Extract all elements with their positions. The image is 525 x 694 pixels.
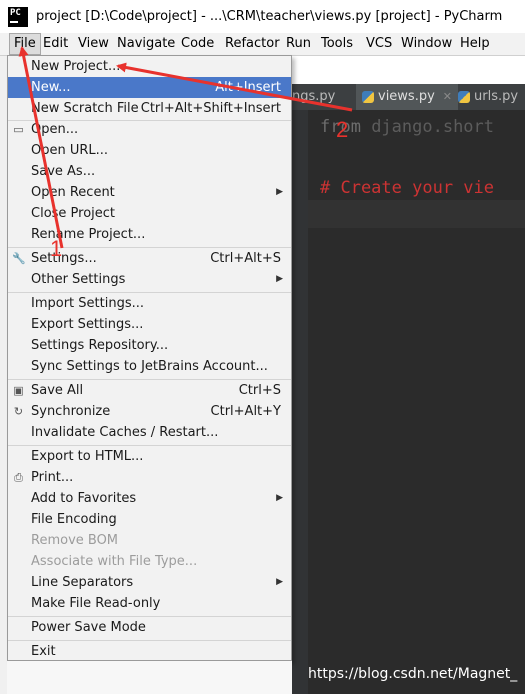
tab-label: ngs.py xyxy=(292,89,336,104)
tab-urls-py[interactable]: urls.py xyxy=(452,84,524,110)
menu-item-import-settings[interactable]: Import Settings... xyxy=(8,293,291,314)
menu-refactor[interactable]: Refactor xyxy=(221,33,284,55)
menu-item-settings-repository[interactable]: Settings Repository... xyxy=(8,335,291,356)
menu-item-save-all[interactable]: ▣ Save All Ctrl+S xyxy=(8,380,291,401)
sync-icon: ↻ xyxy=(13,405,24,418)
menu-help[interactable]: Help xyxy=(456,33,494,55)
menu-item-invalidate-caches[interactable]: Invalidate Caches / Restart... xyxy=(8,422,291,443)
menu-item-new-project[interactable]: New Project... xyxy=(8,56,291,77)
menu-item-settings[interactable]: 🔧 Settings... Ctrl+Alt+S xyxy=(8,248,291,269)
code-keyword: from xyxy=(320,117,361,137)
editor-gutter xyxy=(292,110,308,694)
menu-item-open-url[interactable]: Open URL... xyxy=(8,140,291,161)
menu-item-other-settings[interactable]: Other Settings ▶ xyxy=(8,269,291,290)
file-menu-dropdown: New Project... New... Alt+Insert New Scra… xyxy=(7,55,292,661)
menu-vcs[interactable]: VCS xyxy=(362,33,396,55)
menu-item-add-to-favorites[interactable]: Add to Favorites ▶ xyxy=(8,488,291,509)
menu-item-rename-project[interactable]: Rename Project... xyxy=(8,224,291,245)
menu-edit[interactable]: Edit xyxy=(39,33,72,55)
menu-item-print[interactable]: ⎙ Print... xyxy=(8,467,291,488)
menu-item-export-html[interactable]: Export to HTML... xyxy=(8,446,291,467)
python-file-icon xyxy=(362,90,374,103)
submenu-arrow-icon: ▶ xyxy=(276,187,283,197)
menu-item-make-read-only[interactable]: Make File Read-only xyxy=(8,593,291,614)
menu-view[interactable]: View xyxy=(74,33,113,55)
menu-file[interactable]: File xyxy=(9,33,41,55)
menu-item-new-scratch-file[interactable]: New Scratch File Ctrl+Alt+Shift+Insert xyxy=(8,98,291,119)
menu-item-new[interactable]: New... Alt+Insert xyxy=(8,77,291,98)
python-file-icon xyxy=(458,90,470,103)
menu-item-file-encoding[interactable]: File Encoding xyxy=(8,509,291,530)
submenu-arrow-icon: ▶ xyxy=(276,493,283,503)
code-line-import: from django.short xyxy=(320,117,494,137)
menu-item-remove-bom: Remove BOM xyxy=(31,533,119,548)
code-comment: # Create your vie xyxy=(320,178,494,198)
print-icon: ⎙ xyxy=(14,471,23,484)
wrench-icon: 🔧 xyxy=(12,252,26,265)
menu-item-save-as[interactable]: Save As... xyxy=(8,161,291,182)
menu-item-line-separators[interactable]: Line Separators ▶ xyxy=(8,572,291,593)
current-line-highlight xyxy=(308,200,525,228)
menu-code[interactable]: Code xyxy=(177,33,218,55)
tab-settings-py[interactable]: ngs.py xyxy=(292,84,335,110)
menu-navigate[interactable]: Navigate xyxy=(113,33,179,55)
menu-item-associate-file-type: Associate with File Type... xyxy=(31,554,198,569)
menu-item-exit[interactable]: Exit xyxy=(8,641,291,662)
menu-item-sync-settings[interactable]: Sync Settings to JetBrains Account... xyxy=(8,356,291,377)
folder-icon: ▭ xyxy=(13,123,24,136)
menu-bar: File Edit View Navigate Code Refactor Ru… xyxy=(0,33,525,56)
tab-views-py[interactable]: views.py ✕ xyxy=(356,84,459,110)
menu-item-synchronize[interactable]: ↻ Synchronize Ctrl+Alt+Y xyxy=(8,401,291,422)
pycharm-app-icon: PC xyxy=(8,7,28,27)
save-icon: ▣ xyxy=(13,384,24,397)
menu-run[interactable]: Run xyxy=(282,33,315,55)
menu-item-export-settings[interactable]: Export Settings... xyxy=(8,314,291,335)
tab-label: urls.py xyxy=(474,89,519,104)
title-bar: PC project [D:\Code\project] - ...\CRM\t… xyxy=(0,0,525,34)
submenu-arrow-icon: ▶ xyxy=(276,577,283,587)
code-text: django.short xyxy=(360,117,495,137)
bottom-area xyxy=(7,661,292,694)
submenu-arrow-icon: ▶ xyxy=(276,274,283,284)
menu-item-power-save-mode[interactable]: Power Save Mode xyxy=(8,617,291,638)
window-title: project [D:\Code\project] - ...\CRM\teac… xyxy=(36,9,503,24)
menu-item-open-recent[interactable]: Open Recent ▶ xyxy=(8,182,291,203)
menu-item-open[interactable]: ▭ Open... xyxy=(8,119,291,140)
watermark-text: https://blog.csdn.net/Magnet_ xyxy=(308,666,518,682)
tab-label: views.py xyxy=(378,89,435,104)
menu-window[interactable]: Window xyxy=(397,33,456,55)
close-icon[interactable]: ✕ xyxy=(443,90,452,103)
menu-item-close-project[interactable]: Close Project xyxy=(8,203,291,224)
editor-tab-bar: ngs.py views.py ✕ urls.py xyxy=(292,84,525,110)
menu-tools[interactable]: Tools xyxy=(317,33,357,55)
